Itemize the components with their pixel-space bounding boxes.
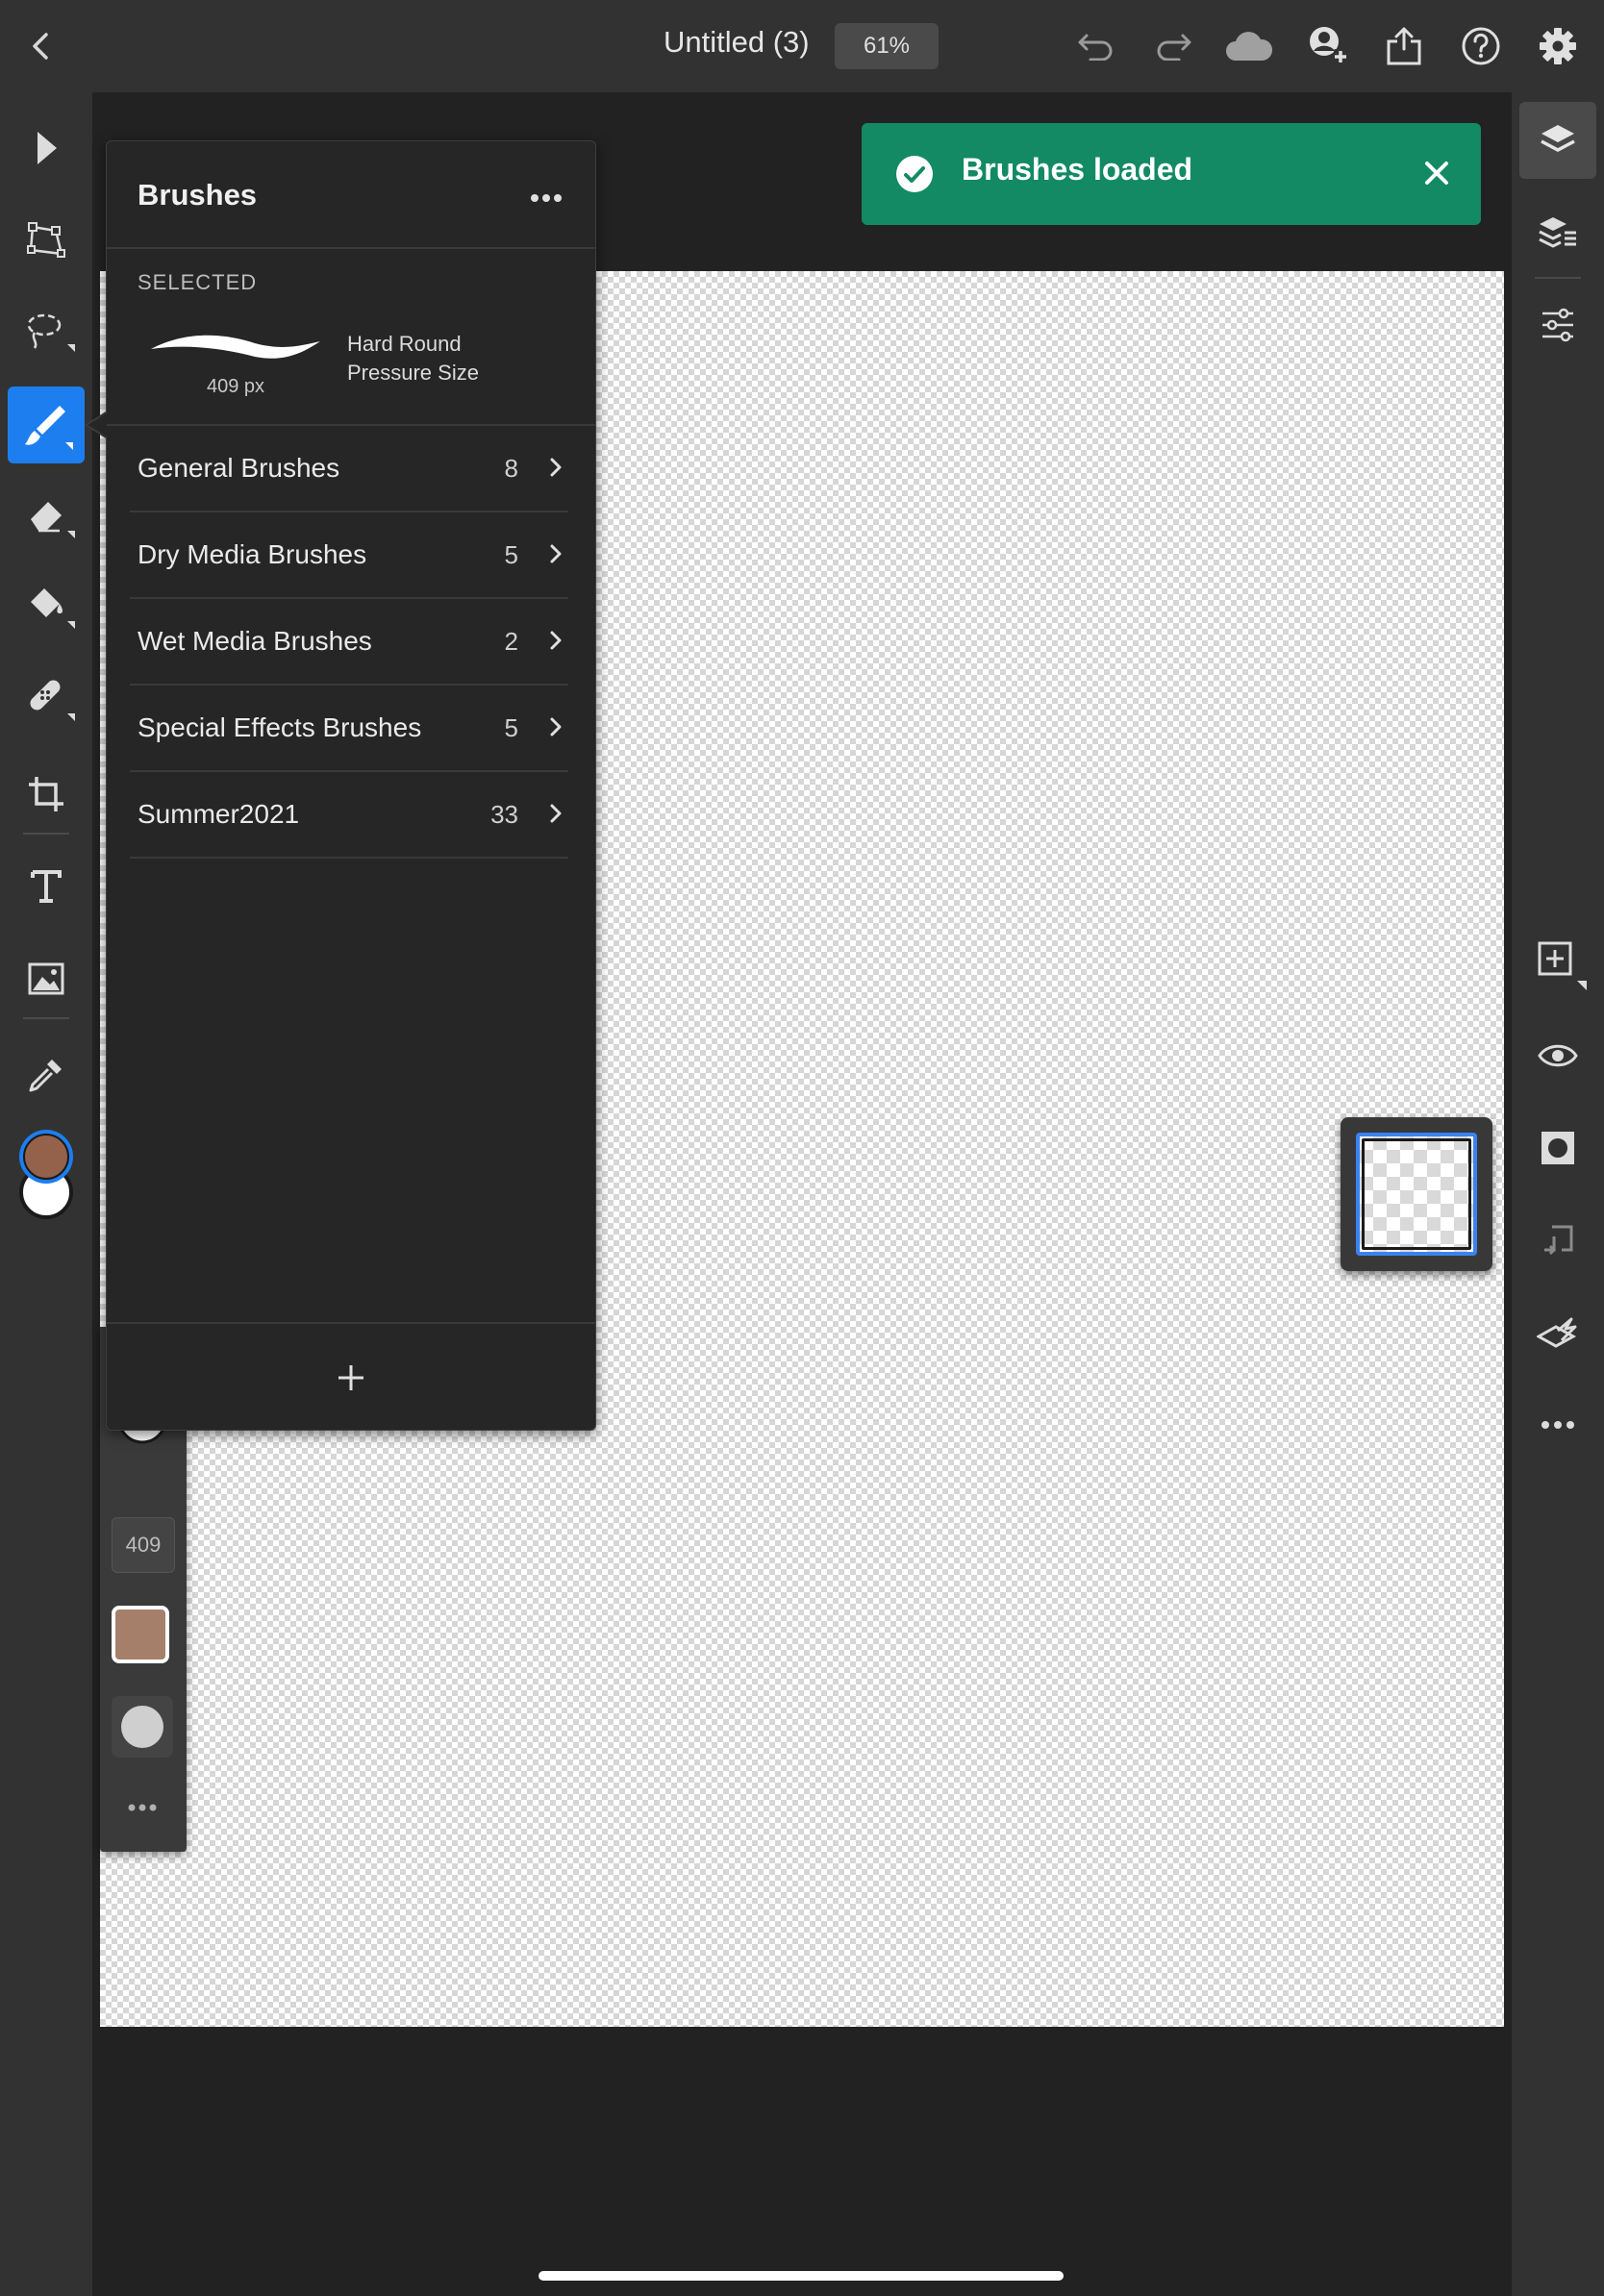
invite-icon[interactable] [1304,23,1350,69]
category-count: 5 [504,539,518,569]
adjustments-icon[interactable] [1535,302,1581,348]
brush-name-line2: Pressure Size [347,361,479,385]
category-count: 2 [504,626,518,656]
chevron-right-icon [549,457,563,482]
document-title[interactable]: Untitled (3) [664,25,810,60]
selected-brush-size: 409 px [207,376,265,397]
image-icon[interactable] [23,956,69,1002]
clipping-icon[interactable] [1535,1310,1581,1356]
divider [107,247,595,249]
eraser-icon[interactable] [23,490,77,544]
layer-thumbnail-border [1362,1138,1471,1250]
hardness-dot [121,1706,163,1748]
toolbar-separator [23,833,69,835]
settings-icon[interactable] [1535,23,1581,69]
layer-thumbnail[interactable] [1356,1133,1477,1256]
category-label: Summer2021 [138,799,300,829]
brush-color-preview[interactable] [112,1606,169,1663]
zoom-level-button[interactable]: 61% [835,23,939,69]
brush-category-item[interactable]: Wet Media Brushes 2 [130,599,568,686]
color-swatches[interactable] [12,1123,81,1223]
category-count: 5 [504,712,518,742]
add-brush-button[interactable] [320,1355,382,1401]
help-icon[interactable] [1458,23,1504,69]
add-layer-icon[interactable] [1535,938,1589,992]
eyedropper-icon[interactable] [23,1052,69,1098]
brush-category-item[interactable]: Dry Media Brushes 5 [130,512,568,599]
selected-brush-name: Hard Round Pressure Size [347,330,479,387]
category-label: Wet Media Brushes [138,626,372,656]
brush-category-item[interactable]: Summer2021 33 [130,772,568,859]
close-icon[interactable] [1417,154,1456,196]
chevron-right-icon [549,630,563,655]
category-count: 33 [490,799,518,829]
type-icon[interactable] [23,863,69,910]
category-label: Special Effects Brushes [138,712,422,742]
chevron-right-icon [549,543,563,568]
healing-icon[interactable] [23,673,77,727]
category-count: 8 [504,453,518,483]
select-icon[interactable] [23,125,69,171]
right-toolbar [1512,92,1604,2296]
transform-icon[interactable] [23,217,69,263]
brush-category-item[interactable]: General Brushes 8 [130,426,568,512]
cloud-icon[interactable] [1223,25,1275,67]
brush-category-list: General Brushes 8 Dry Media Brushes 5 We… [130,426,568,859]
category-label: General Brushes [138,453,340,483]
paint-bucket-icon[interactable] [23,581,77,635]
brush-category-item[interactable]: Special Effects Brushes 5 [130,686,568,772]
crop-icon[interactable] [23,771,69,817]
checkmark-circle-icon [894,154,935,198]
brush-hardness-button[interactable] [112,1696,173,1758]
brushes-loaded-toast: Brushes loaded [862,123,1481,225]
selected-section-label: SELECTED [138,270,258,294]
brush-icon[interactable] [19,398,77,456]
more-icon[interactable] [1535,1402,1581,1448]
share-icon[interactable] [1381,23,1427,69]
panel-more-icon[interactable] [530,193,563,203]
merge-down-icon[interactable] [1535,1217,1581,1263]
layer-properties-icon[interactable] [1535,210,1581,256]
brush-size-value[interactable]: 409 [112,1517,175,1573]
plus-icon [338,1365,363,1390]
home-indicator[interactable] [539,2271,1064,2281]
mask-icon[interactable] [1535,1125,1581,1171]
toast-message: Brushes loaded [962,152,1193,187]
visibility-icon[interactable] [1535,1033,1581,1079]
chevron-right-icon [549,716,563,741]
layers-icon[interactable] [1535,117,1581,163]
redo-icon[interactable] [1152,25,1194,67]
undo-icon[interactable] [1075,25,1117,67]
panel-footer [107,1322,595,1430]
strip-more-icon[interactable] [112,1788,173,1827]
brushes-panel: Brushes SELECTED 409 px Hard Round Press… [106,140,596,1431]
chevron-right-icon [549,803,563,828]
toolbar-separator [23,1017,69,1019]
panel-title: Brushes [138,178,258,212]
layer-thumbnail-panel [1341,1117,1492,1271]
toolbar-separator [1535,277,1581,279]
panel-caret-inner [88,413,107,437]
category-label: Dry Media Brushes [138,539,367,569]
lasso-icon[interactable] [23,308,77,362]
brush-stroke-preview[interactable] [149,324,322,370]
brush-name-line1: Hard Round [347,332,462,356]
back-icon[interactable] [21,25,60,67]
